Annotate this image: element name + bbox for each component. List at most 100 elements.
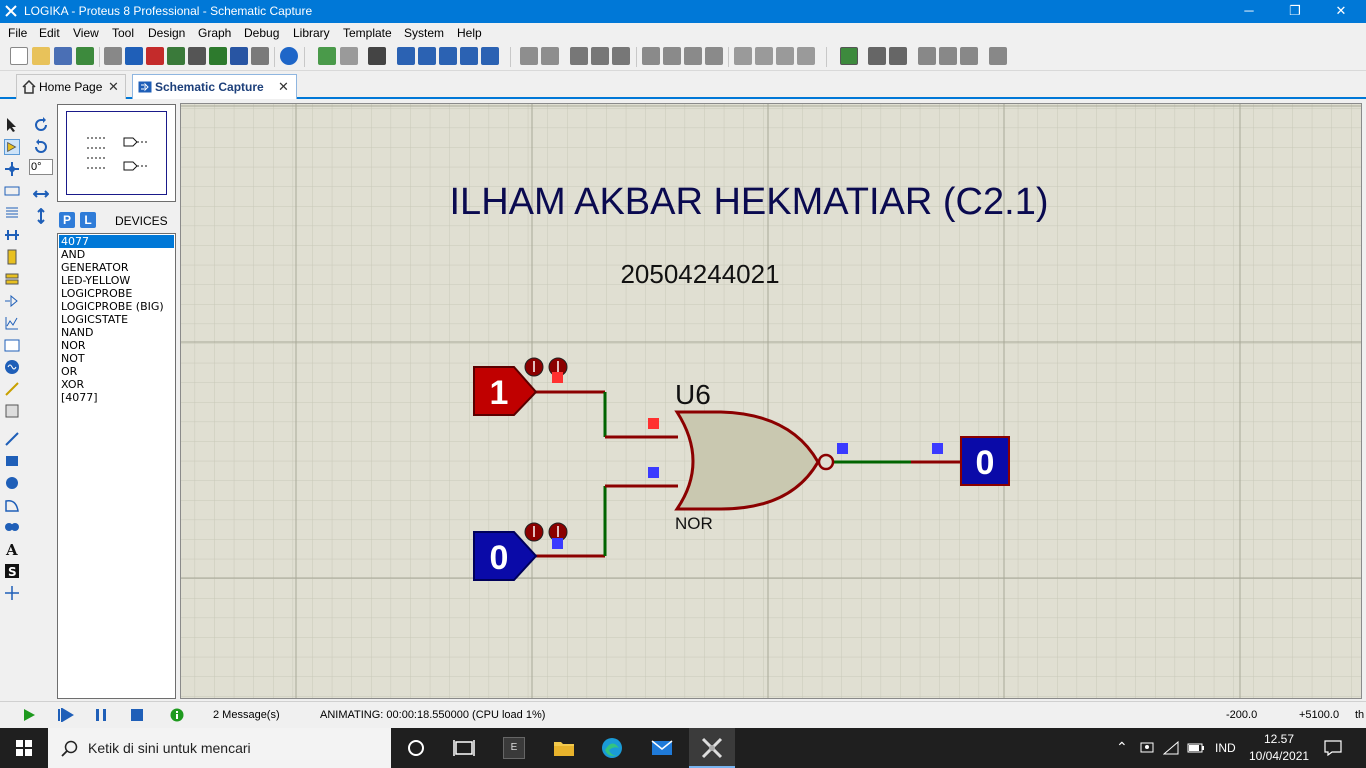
device-item[interactable]: NOR [59, 339, 174, 352]
origin-icon[interactable] [368, 47, 386, 65]
chevron-up-icon[interactable]: ⌃ [1116, 739, 1128, 756]
decompose-icon[interactable] [797, 47, 815, 65]
devices-list[interactable]: 4077 AND GENERATOR LED-YELLOW LOGICPROBE… [57, 233, 176, 699]
menu-system[interactable]: System [404, 26, 444, 40]
file-explorer-icon[interactable] [552, 736, 576, 760]
block-copy-icon[interactable] [642, 47, 660, 65]
device-item[interactable]: AND [59, 248, 174, 261]
device-item[interactable]: NOT [59, 352, 174, 365]
device-item[interactable]: XOR [59, 378, 174, 391]
device-pins-icon[interactable] [4, 293, 20, 309]
path-tool-icon[interactable] [4, 519, 20, 535]
overview-window[interactable] [57, 104, 176, 202]
undo-icon[interactable] [520, 47, 538, 65]
close-icon[interactable]: ✕ [278, 79, 289, 95]
design-explorer-icon[interactable] [230, 47, 248, 65]
arc-tool-icon[interactable] [4, 497, 20, 513]
buses-icon[interactable] [4, 227, 20, 243]
device-item[interactable]: LOGICPROBE (BIG) [59, 300, 174, 313]
webcam-icon[interactable] [1140, 741, 1154, 755]
virtual-instruments-icon[interactable] [4, 403, 20, 419]
close-icon[interactable]: ✕ [108, 79, 119, 95]
redo-icon[interactable] [541, 47, 559, 65]
rotation-angle-input[interactable] [29, 159, 53, 175]
device-item[interactable]: LED-YELLOW [59, 274, 174, 287]
new-file-icon[interactable] [10, 47, 28, 65]
junction-dot-icon[interactable] [4, 161, 20, 177]
make-device-icon[interactable] [755, 47, 773, 65]
component-mode-icon[interactable] [4, 139, 20, 155]
menu-debug[interactable]: Debug [244, 26, 279, 40]
menu-library[interactable]: Library [293, 26, 330, 40]
e-app-icon[interactable]: E [503, 737, 525, 759]
voltage-probe-icon[interactable] [4, 381, 20, 397]
wifi-icon[interactable] [1163, 741, 1179, 755]
student-id-text[interactable]: 20504244021 [620, 259, 779, 289]
rotate-anticlockwise-icon[interactable] [33, 139, 49, 155]
mirror-vertical-icon[interactable] [33, 208, 49, 224]
pick-device-icon[interactable] [734, 47, 752, 65]
block-delete-icon[interactable] [705, 47, 723, 65]
block-rotate-icon[interactable] [684, 47, 702, 65]
device-item[interactable]: NAND [59, 326, 174, 339]
cortana-icon[interactable] [404, 736, 428, 760]
selection-mode-icon[interactable] [4, 117, 20, 133]
refresh-icon[interactable] [318, 47, 336, 65]
circle-tool-icon[interactable] [4, 475, 20, 491]
messages-count[interactable]: 2 Message(s) [213, 709, 280, 721]
paste-icon[interactable] [612, 47, 630, 65]
overview-viewport[interactable] [66, 111, 167, 195]
gerber-icon[interactable] [167, 47, 185, 65]
minimize-button[interactable]: ─ [1226, 0, 1272, 23]
rotate-clockwise-icon[interactable] [33, 117, 49, 133]
edge-browser-icon[interactable] [600, 736, 624, 760]
menu-design[interactable]: Design [148, 26, 185, 40]
zoom-in-icon[interactable] [418, 47, 436, 65]
menu-view[interactable]: View [73, 26, 99, 40]
open-folder-icon[interactable] [32, 47, 50, 65]
marker-tool-icon[interactable] [4, 585, 20, 601]
remove-sheet-icon[interactable] [939, 47, 957, 65]
home-icon[interactable] [104, 47, 122, 65]
property-assignment-icon[interactable] [889, 47, 907, 65]
info-icon[interactable] [170, 708, 184, 722]
help-icon[interactable] [280, 47, 298, 65]
save-icon[interactable] [54, 47, 72, 65]
source-code-icon[interactable] [251, 47, 269, 65]
cut-icon[interactable] [570, 47, 588, 65]
exit-to-parent-icon[interactable] [960, 47, 978, 65]
device-item[interactable]: 4077 [59, 235, 174, 248]
menu-file[interactable]: File [8, 26, 27, 40]
stop-icon[interactable] [130, 708, 144, 722]
search-tag-icon[interactable] [868, 47, 886, 65]
proteus-taskbar-button[interactable] [689, 728, 735, 768]
graph-mode-icon[interactable] [4, 315, 20, 331]
input-language[interactable]: IND [1215, 741, 1236, 755]
copy-icon[interactable] [591, 47, 609, 65]
play-icon[interactable] [22, 708, 36, 722]
device-item[interactable]: LOGICSTATE [59, 313, 174, 326]
restore-button[interactable]: ❐ [1272, 0, 1318, 23]
menu-edit[interactable]: Edit [39, 26, 60, 40]
menu-graph[interactable]: Graph [198, 26, 231, 40]
taskbar-search-box[interactable]: Ketik di sini untuk mencari [48, 728, 391, 768]
pause-icon[interactable] [94, 708, 108, 722]
packaging-tool-icon[interactable] [776, 47, 794, 65]
tape-recorder-icon[interactable] [4, 337, 20, 353]
zoom-all-icon[interactable] [460, 47, 478, 65]
text-tool-icon[interactable]: A [4, 541, 20, 557]
menu-tool[interactable]: Tool [112, 26, 134, 40]
zoom-out-icon[interactable] [439, 47, 457, 65]
pan-icon[interactable] [397, 47, 415, 65]
schematic-canvas[interactable]: ILHAM AKBAR HEKMATIAR (C2.1) 20504244021… [180, 103, 1362, 699]
schematic-icon[interactable] [125, 47, 143, 65]
device-item[interactable]: LOGICPROBE [59, 287, 174, 300]
text-script-icon[interactable] [4, 205, 20, 221]
menu-template[interactable]: Template [343, 26, 392, 40]
schematic-drawing[interactable]: ILHAM AKBAR HEKMATIAR (C2.1) 20504244021… [181, 104, 1362, 699]
line-tool-icon[interactable] [4, 431, 20, 447]
electrical-rule-check-icon[interactable] [989, 47, 1007, 65]
subcircuit-icon[interactable] [4, 249, 20, 265]
wire-autorouter-icon[interactable] [840, 47, 858, 65]
zoom-area-icon[interactable] [481, 47, 499, 65]
